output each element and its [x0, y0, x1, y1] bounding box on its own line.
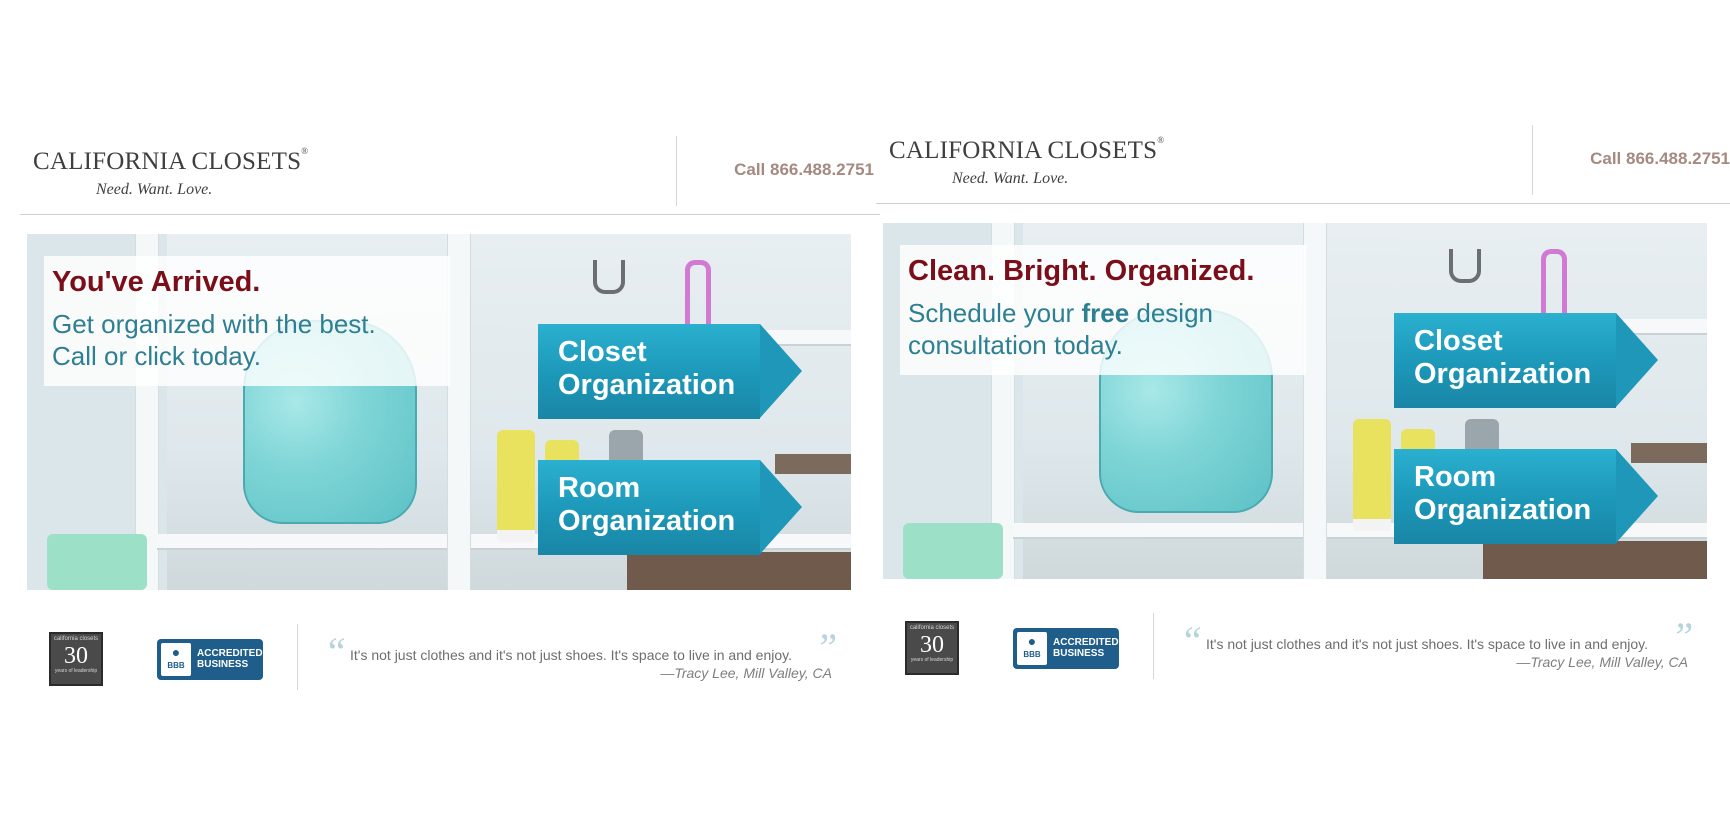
open-quote-icon: “	[1180, 618, 1203, 663]
headline: Clean. Bright. Organized.	[908, 255, 1255, 287]
subheadline: Schedule your free design consultation t…	[908, 297, 1308, 361]
close-quote-icon: ”	[1671, 614, 1694, 659]
brand-tagline: Need. Want. Love.	[96, 181, 213, 198]
arrow-right-icon	[760, 324, 802, 418]
headline-box: You've Arrived. Get organized with the b…	[44, 256, 450, 386]
closet-organization-button[interactable]: Closet Organization	[538, 324, 802, 419]
hero-scene-shelf	[1013, 523, 1303, 539]
bench-image	[1483, 541, 1707, 579]
toy-bin-image	[903, 523, 1003, 579]
headline: You've Arrived.	[52, 266, 261, 298]
subheadline-part: design	[1129, 298, 1213, 328]
registered-mark: ®	[1157, 135, 1165, 145]
cta-label: Room Organization	[558, 472, 736, 537]
brand-logo[interactable]: CALIFORNIA CLOSETS®	[889, 135, 1165, 165]
subheadline: Get organized with the best. Call or cli…	[52, 308, 452, 372]
30-years-badge: california closets 30 years of leadershi…	[49, 632, 103, 686]
bench-image	[627, 552, 851, 590]
testimonial-quote: It's not just clothes and it's not just …	[350, 647, 792, 663]
hero-scene-post	[447, 234, 471, 590]
brand-name: CALIFORNIA CLOSETS	[33, 148, 302, 175]
cta-label: Room Organization	[1414, 461, 1592, 526]
rain-boot-image	[1353, 419, 1391, 531]
header-divider	[1532, 125, 1533, 195]
phone-link[interactable]: Call 866.488.2751	[1590, 149, 1730, 169]
toy-bin-image	[47, 534, 147, 590]
subheadline-line-2: consultation today.	[908, 330, 1123, 360]
cta-label: Closet Organization	[1414, 325, 1592, 390]
hero-image[interactable]: Clean. Bright. Organized. Schedule your …	[883, 223, 1707, 579]
cta-label: Closet Organization	[558, 336, 736, 401]
ad-panel-1: CALIFORNIA CLOSETS® Need. Want. Love. Ca…	[20, 130, 880, 710]
open-quote-icon: “	[324, 629, 347, 674]
room-organization-button[interactable]: Room Organization	[538, 460, 802, 555]
header-divider	[676, 136, 677, 206]
ad-header: CALIFORNIA CLOSETS® Need. Want. Love. Ca…	[876, 119, 1730, 204]
badge-30-bottom-text: years of leadership	[910, 657, 954, 663]
closet-organization-button[interactable]: Closet Organization	[1394, 313, 1658, 408]
testimonial-attribution: —Tracy Lee, Mill Valley, CA	[1516, 654, 1688, 670]
bbb-label: ACCREDITED BUSINESS	[1053, 637, 1119, 659]
ad-panel-2: CALIFORNIA CLOSETS® Need. Want. Love. Ca…	[876, 119, 1730, 699]
subheadline-part: Schedule your	[908, 298, 1082, 328]
brand-logo[interactable]: CALIFORNIA CLOSETS®	[33, 146, 309, 176]
ad-header: CALIFORNIA CLOSETS® Need. Want. Love. Ca…	[20, 130, 880, 215]
arrow-right-icon	[760, 460, 802, 554]
hero-image[interactable]: You've Arrived. Get organized with the b…	[27, 234, 851, 590]
badge-30-number: 30	[64, 643, 88, 669]
brand-tagline: Need. Want. Love.	[952, 170, 1069, 187]
hero-scene-shelf	[157, 534, 447, 550]
arrow-right-icon	[1616, 449, 1658, 543]
bbb-accredited-badge[interactable]: ● BBB ACCREDITED BUSINESS	[157, 639, 263, 680]
badge-30-number: 30	[920, 632, 944, 658]
bbb-torch-icon: ● BBB	[161, 643, 191, 676]
subheadline-line-2: Call or click today.	[52, 341, 262, 371]
footer-divider	[1153, 613, 1154, 679]
coat-hook-image	[1449, 249, 1481, 283]
subheadline-line-1: Get organized with the best.	[52, 309, 376, 339]
room-organization-button[interactable]: Room Organization	[1394, 449, 1658, 544]
phone-link[interactable]: Call 866.488.2751	[734, 160, 874, 180]
rain-boot-image	[497, 430, 535, 542]
30-years-badge: california closets 30 years of leadershi…	[905, 621, 959, 675]
headline-box: Clean. Bright. Organized. Schedule your …	[900, 245, 1306, 375]
subheadline-bold: free	[1081, 298, 1130, 328]
arrow-right-icon	[1616, 313, 1658, 407]
close-quote-icon: ”	[815, 625, 838, 670]
bbb-label: ACCREDITED BUSINESS	[197, 648, 263, 670]
testimonial-quote: It's not just clothes and it's not just …	[1206, 636, 1648, 652]
hero-scene-post	[1303, 223, 1327, 579]
brand-name: CALIFORNIA CLOSETS	[889, 137, 1158, 164]
footer-divider	[297, 624, 298, 690]
badge-30-bottom-text: years of leadership	[54, 668, 98, 674]
umbrella-image	[1541, 249, 1567, 314]
umbrella-image	[685, 260, 711, 325]
bbb-accredited-badge[interactable]: ● BBB ACCREDITED BUSINESS	[1013, 628, 1119, 669]
registered-mark: ®	[301, 146, 309, 156]
bbb-torch-icon: ● BBB	[1017, 632, 1047, 665]
coat-hook-image	[593, 260, 625, 294]
testimonial-attribution: —Tracy Lee, Mill Valley, CA	[660, 665, 832, 681]
